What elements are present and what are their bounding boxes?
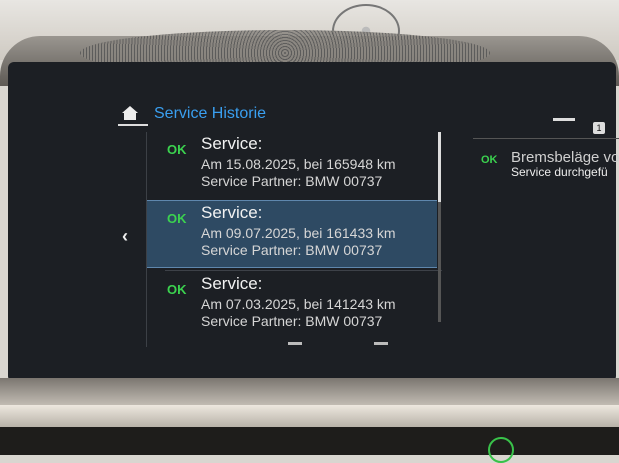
dashboard-trim xyxy=(0,405,619,427)
list-item[interactable]: OK Service: Am 15.08.2025, bei 165948 km… xyxy=(147,132,437,198)
list-divider xyxy=(165,270,442,271)
status-badge: OK xyxy=(481,154,498,166)
screen-bezel-bottom xyxy=(0,378,619,408)
home-icon[interactable] xyxy=(120,103,140,123)
detail-line-2: Service durchgefü xyxy=(511,165,608,179)
header: Service Historie xyxy=(118,102,618,126)
status-badge: OK xyxy=(167,282,187,297)
minus-icon[interactable] xyxy=(553,118,575,121)
scrollbar[interactable] xyxy=(438,132,441,322)
detail-panel[interactable]: 1 OK Bremsbeläge vo Service durchgefü xyxy=(473,118,619,252)
chevron-left-icon[interactable]: ‹ xyxy=(122,226,128,247)
list-item-selected[interactable]: OK Service: Am 09.07.2025, bei 161433 km… xyxy=(147,200,437,268)
panel-divider xyxy=(473,138,619,139)
green-knob xyxy=(488,437,514,463)
scrollbar-thumb[interactable] xyxy=(438,132,441,202)
dashboard-lower xyxy=(0,427,619,455)
service-history-list: OK Service: Am 15.08.2025, bei 165948 km… xyxy=(146,132,442,347)
list-item[interactable]: OK Service: Am 07.03.2025, bei 141243 km… xyxy=(147,272,437,338)
page-indicator-dash xyxy=(288,342,302,345)
entry-date-mileage: Am 07.03.2025, bei 141243 km xyxy=(201,296,396,312)
entry-date-mileage: Am 09.07.2025, bei 161433 km xyxy=(201,225,396,241)
entry-title: Service: xyxy=(201,274,263,293)
status-badge: OK xyxy=(167,142,187,157)
entry-partner: Service Partner: BMW 00737 xyxy=(201,173,383,189)
entry-title: Service: xyxy=(201,134,263,153)
home-underline xyxy=(118,124,148,126)
page-badge: 1 xyxy=(593,122,605,134)
entry-partner: Service Partner: BMW 00737 xyxy=(201,242,383,258)
entry-title: Service: xyxy=(201,203,263,222)
page-indicator-dash xyxy=(374,342,388,345)
screen-content: Service Historie ‹ OK Service: Am 15.08.… xyxy=(118,92,619,354)
entry-date-mileage: Am 15.08.2025, bei 165948 km xyxy=(201,156,396,172)
entry-partner: Service Partner: BMW 00737 xyxy=(201,313,383,329)
page-title: Service Historie xyxy=(154,105,267,122)
detail-line-1: Bremsbeläge vo xyxy=(511,149,619,166)
status-badge: OK xyxy=(167,211,187,226)
